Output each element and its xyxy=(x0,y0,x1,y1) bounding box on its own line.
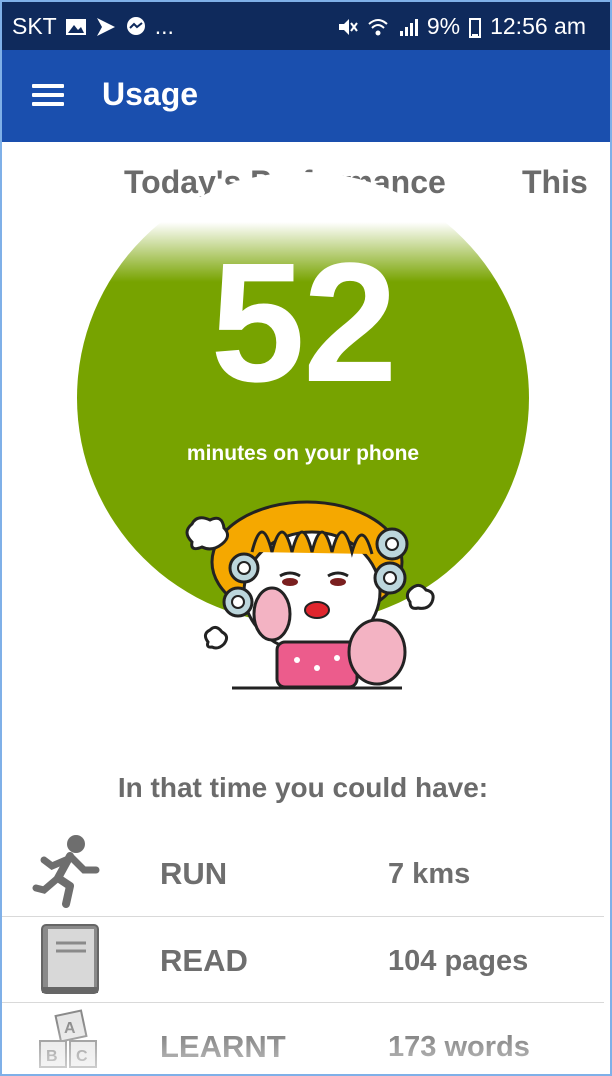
page-title: Usage xyxy=(102,76,199,112)
status-left: SKT ... xyxy=(12,13,174,40)
status-right: 9% 12:56 am xyxy=(337,13,586,40)
svg-text:C: C xyxy=(76,1048,88,1065)
list-item: READ 104 pages xyxy=(2,916,604,1002)
svg-text:B: B xyxy=(46,1048,58,1065)
activity-value: 7 kms xyxy=(388,858,471,890)
status-bar: SKT ... 9% 12:56 am xyxy=(2,2,610,50)
list-item: RUN 7 kms xyxy=(2,830,604,916)
activity-label: RUN xyxy=(160,856,228,891)
activity-value: 104 pages xyxy=(388,945,529,977)
app-screen: SKT ... 9% 12:56 am Usage This 52 minute… xyxy=(0,0,612,1076)
image-icon xyxy=(65,16,87,38)
running-person-icon xyxy=(30,834,106,910)
mute-icon xyxy=(337,16,359,38)
carrier-label: SKT xyxy=(12,13,57,39)
app-bar: Usage xyxy=(2,50,610,142)
messenger-icon xyxy=(125,16,147,38)
book-icon xyxy=(30,921,106,997)
mascot-illustration xyxy=(172,492,442,692)
battery-icon xyxy=(468,16,482,38)
clock: 12:56 am xyxy=(490,13,586,39)
minutes-caption: minutes on your phone xyxy=(186,442,420,465)
flipboard-icon xyxy=(95,16,117,38)
wifi-icon xyxy=(367,16,389,38)
tab-this[interactable]: This xyxy=(522,164,588,201)
minutes-value: 52 xyxy=(210,228,397,418)
signal-icon xyxy=(397,16,419,38)
more-notifications: ... xyxy=(154,13,174,39)
activity-label: READ xyxy=(160,943,248,978)
activity-value: 173 words xyxy=(388,1031,530,1063)
list-item: A B C LEARNT 173 words xyxy=(2,1002,604,1074)
svg-text:A: A xyxy=(64,1020,76,1037)
activity-label: LEARNT xyxy=(160,1029,286,1064)
battery-percent: 9% xyxy=(426,13,461,39)
could-have-heading: In that time you could have: xyxy=(117,772,489,803)
alphabet-blocks-icon: A B C xyxy=(30,1007,106,1074)
hamburger-menu-icon[interactable] xyxy=(32,80,66,110)
